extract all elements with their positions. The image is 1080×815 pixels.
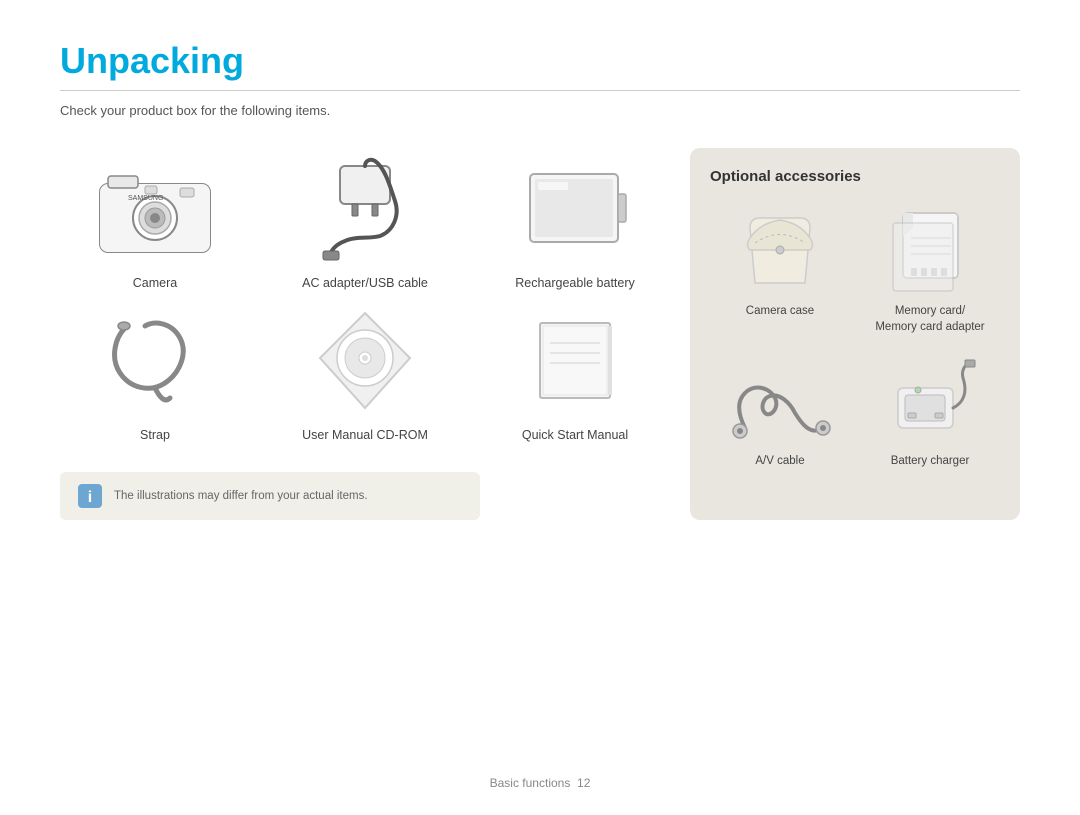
main-content: SAMSUNG Camera: [60, 148, 1020, 520]
quick-start-manual-icon: [505, 300, 645, 420]
camera-case-icon: [725, 205, 835, 295]
optional-grid: Camera case: [710, 205, 1000, 469]
list-item: Battery charger: [860, 355, 1000, 469]
list-item: AC adapter/USB cable: [270, 148, 460, 290]
memory-card-icon: [875, 205, 985, 295]
ac-adapter-icon: [295, 148, 435, 268]
svg-text:SAMSUNG: SAMSUNG: [128, 195, 163, 202]
list-item: SAMSUNG Camera: [60, 148, 250, 290]
optional-accessories-section: Optional accessories: [690, 148, 1020, 520]
list-item: Memory card/ Memory card adapter: [860, 205, 1000, 335]
user-manual-cd-label: User Manual CD-ROM: [302, 428, 428, 442]
list-item: User Manual CD-ROM: [270, 300, 460, 442]
strap-label: Strap: [140, 428, 170, 442]
title-divider: [60, 90, 1020, 91]
rechargeable-battery-icon: [505, 148, 645, 268]
ac-adapter-label: AC adapter/USB cable: [302, 276, 428, 290]
note-text: The illustrations may differ from your a…: [114, 490, 368, 502]
av-cable-label: A/V cable: [755, 453, 804, 469]
battery-charger-label: Battery charger: [891, 453, 970, 469]
camera-icon: SAMSUNG: [85, 148, 225, 268]
list-item: Rechargeable battery: [480, 148, 670, 290]
user-manual-cd-icon: [295, 300, 435, 420]
rechargeable-battery-label: Rechargeable battery: [515, 276, 635, 290]
av-cable-icon: [725, 355, 835, 445]
page-title: Unpacking: [60, 40, 1020, 82]
page-subtitle: Check your product box for the following…: [60, 103, 1020, 118]
list-item: Camera case: [710, 205, 850, 335]
memory-card-label: Memory card/ Memory card adapter: [875, 303, 984, 335]
footer-page: 12: [577, 776, 590, 790]
optional-accessories-title: Optional accessories: [710, 168, 1000, 185]
note-icon: i: [76, 482, 104, 510]
list-item: Strap: [60, 300, 250, 442]
list-item: Quick Start Manual: [480, 300, 670, 442]
battery-charger-icon: [875, 355, 985, 445]
items-grid: SAMSUNG Camera: [60, 148, 670, 442]
camera-label: Camera: [133, 276, 177, 290]
footer: Basic functions 12: [0, 776, 1080, 790]
left-section: SAMSUNG Camera: [60, 148, 670, 520]
footer-text: Basic functions: [490, 776, 571, 790]
page: Unpacking Check your product box for the…: [0, 0, 1080, 815]
note-box: i The illustrations may differ from your…: [60, 472, 480, 520]
quick-start-manual-label: Quick Start Manual: [522, 428, 628, 442]
list-item: A/V cable: [710, 355, 850, 469]
camera-case-label: Camera case: [746, 303, 814, 319]
svg-text:i: i: [88, 489, 92, 506]
strap-icon: [85, 300, 225, 420]
